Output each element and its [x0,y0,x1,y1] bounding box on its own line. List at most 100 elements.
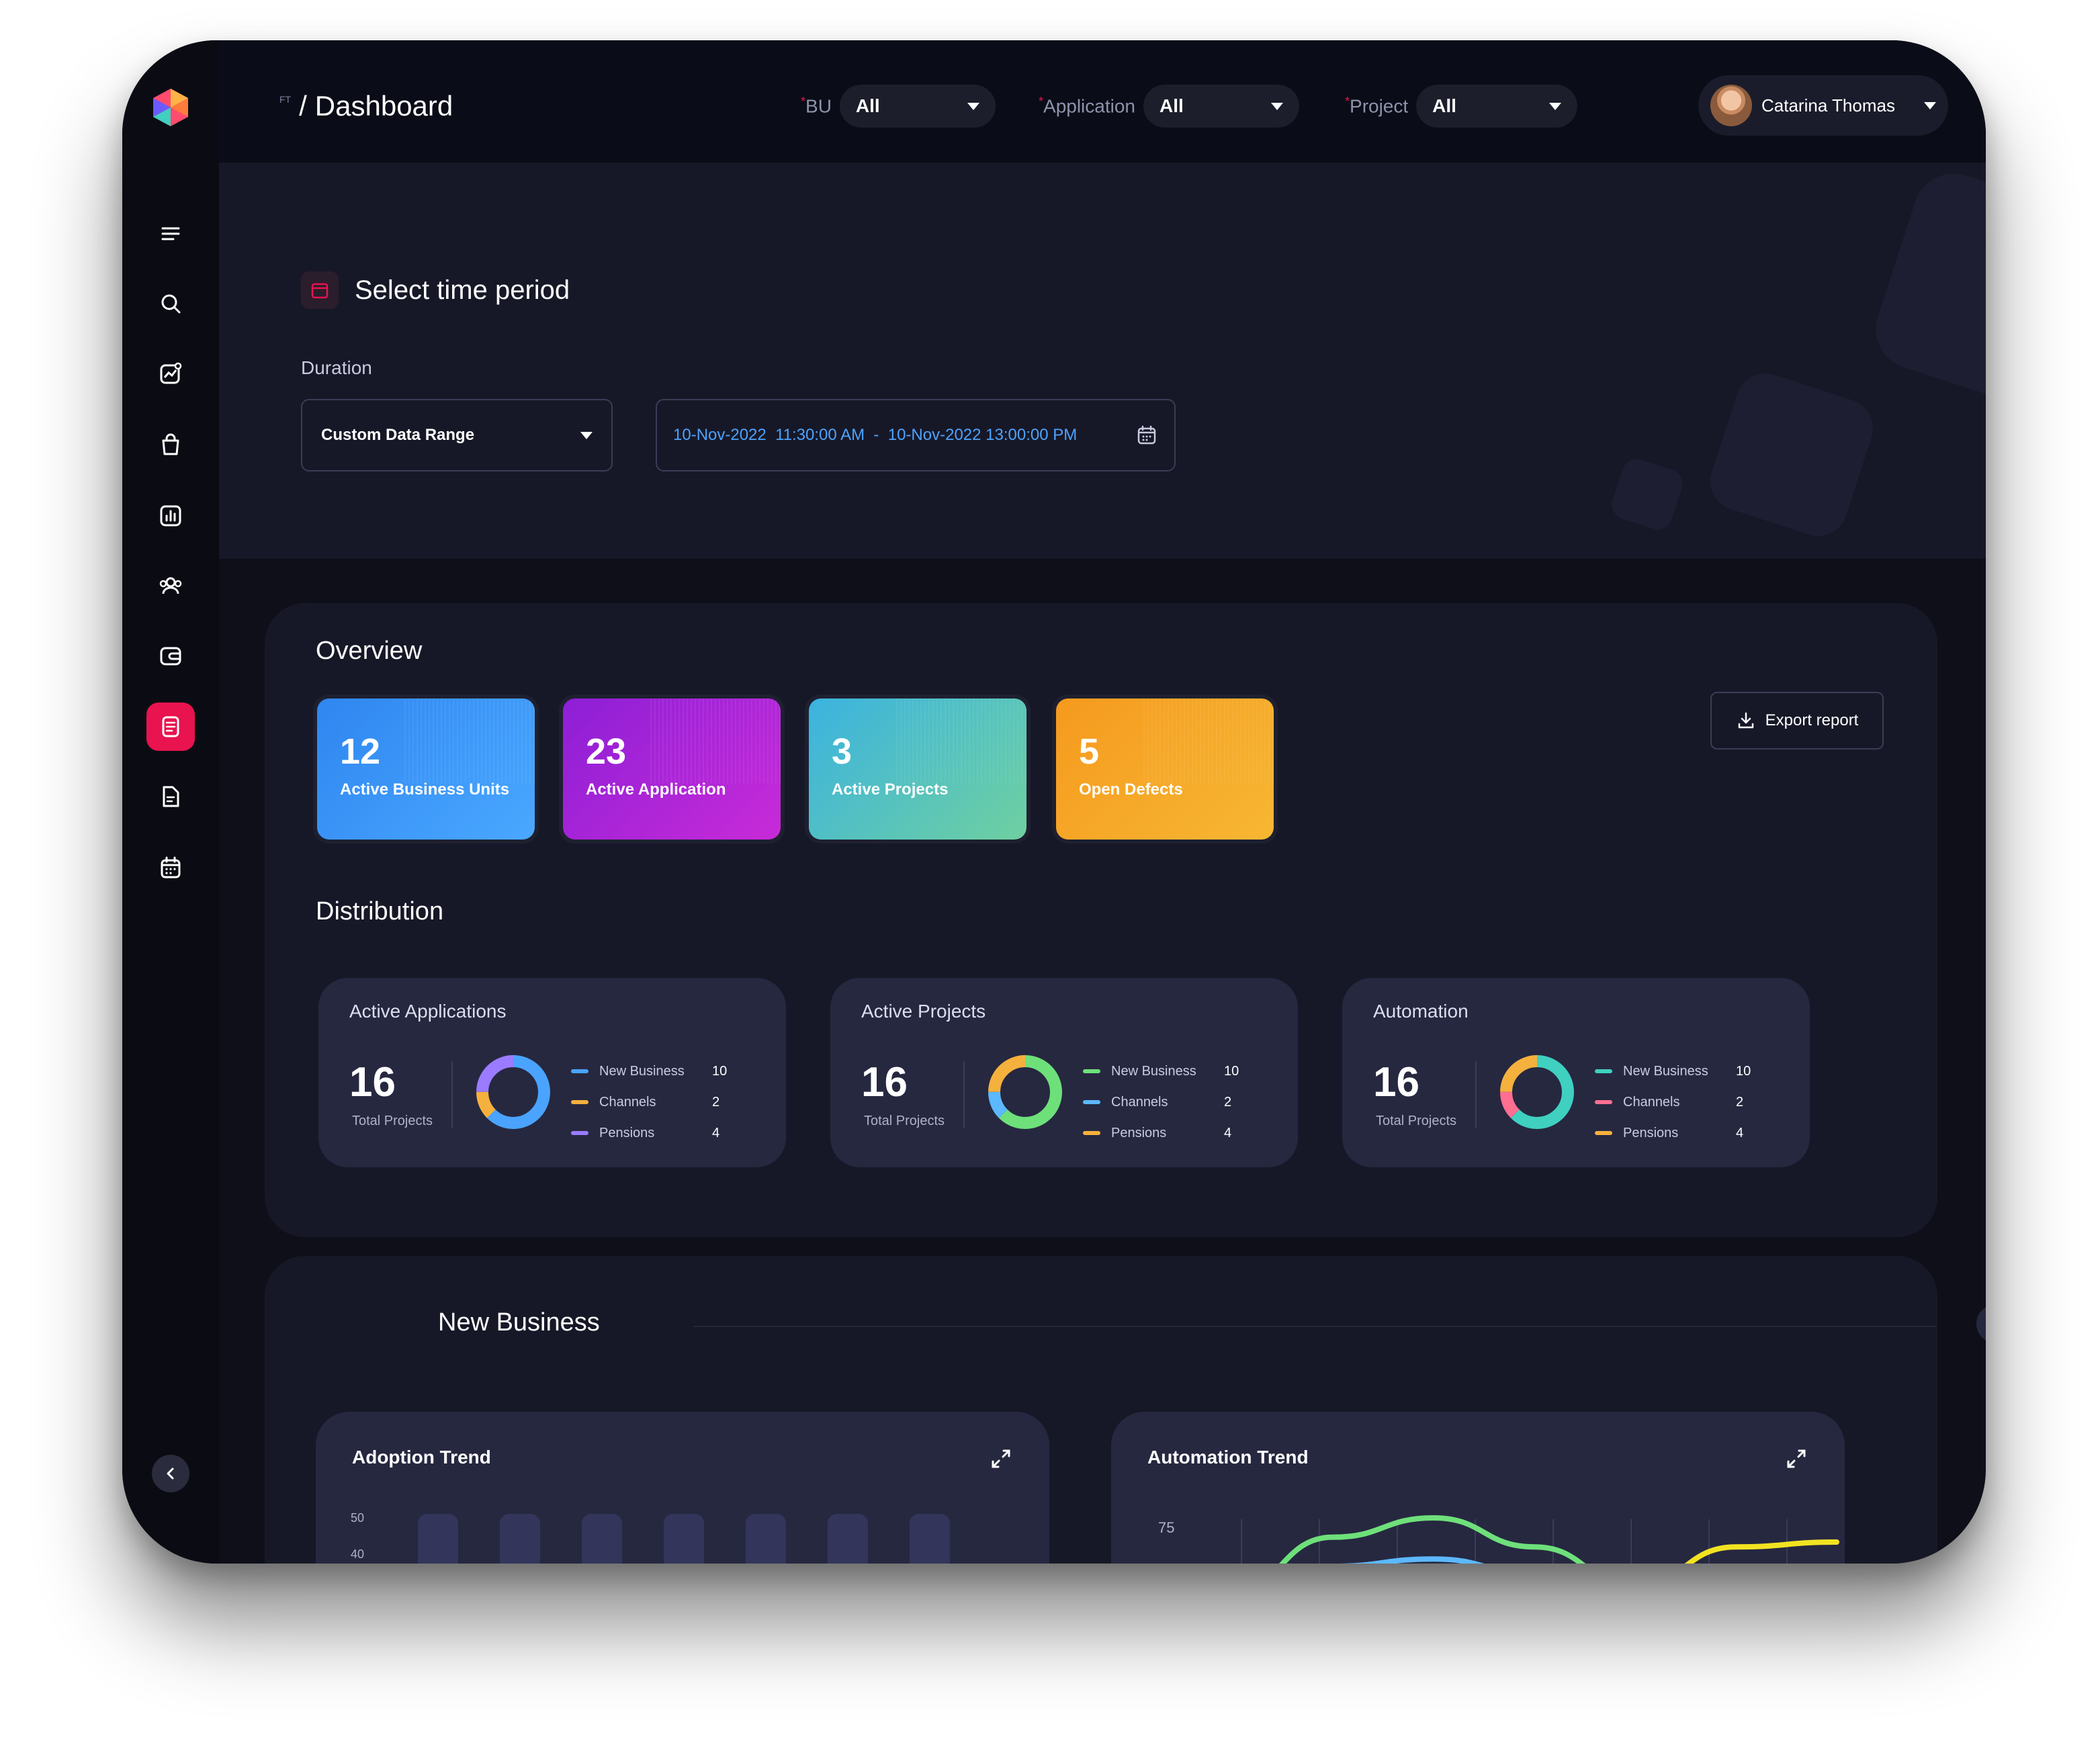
collapse-sidebar-button[interactable] [152,1455,189,1492]
legend-swatch [1083,1131,1100,1135]
legend-name: Pensions [1623,1125,1679,1140]
breadcrumb-home[interactable]: FT [279,94,291,105]
legend-value: 4 [712,1125,720,1140]
date-range-field[interactable]: 10-Nov-2022 11:30:00 AM - 10-Nov-2022 13… [656,399,1176,471]
legend-item: New Business 10 [571,1056,732,1087]
application-select[interactable]: All [1143,85,1299,128]
legend-name: Channels [1623,1094,1680,1110]
legend-value: 2 [1736,1094,1744,1110]
bar-track [746,1514,786,1564]
legend-swatch [571,1131,588,1135]
user-menu[interactable]: Catarina Thomas [1698,75,1948,136]
legend-swatch [1595,1100,1612,1104]
wallet-icon[interactable] [146,631,195,680]
users-icon[interactable] [146,561,195,610]
brand-logo-icon[interactable] [149,86,192,129]
legend-swatch [571,1069,588,1073]
legend-value: 2 [1224,1094,1232,1110]
bu-select-value: All [855,95,880,116]
file-icon[interactable] [146,772,195,821]
chevron-left-icon [167,1468,174,1480]
document-icon[interactable] [146,703,195,751]
legend-item: Pensions 4 [1083,1118,1244,1148]
bar-track [828,1514,868,1564]
card-label: Open Defects [1079,780,1183,799]
donut-chart [476,1055,550,1129]
active-projects-card[interactable]: 3 Active Projects [809,698,1026,840]
donut-legend: New Business 10 Channels 2 Pensions 4 [1595,1056,1756,1148]
automation-trend-card: Automation Trend 75 50 [1111,1412,1845,1564]
user-name: Catarina Thomas [1761,95,1895,116]
bag-icon[interactable] [146,420,195,469]
dist-card-total-label: Total Projects [864,1114,945,1128]
adoption-trend-card: Adoption Trend 50 40 30 [316,1412,1049,1564]
legend-item: Channels 2 [571,1087,732,1118]
legend-name: New Business [1111,1063,1196,1079]
breadcrumb: FT / Dashboard [279,90,453,122]
card-value: 3 [832,731,852,772]
date-range-value: 10-Nov-2022 11:30:00 AM - 10-Nov-2022 13… [673,426,1078,444]
bar-track [910,1514,950,1564]
legend-name: Pensions [1111,1125,1167,1140]
caret-down-icon [967,102,979,110]
legend-swatch [571,1100,588,1104]
export-report-button[interactable]: Export report [1710,692,1884,750]
donut-legend: New Business 10 Channels 2 Pensions 4 [1083,1056,1244,1148]
app-window: FT / Dashboard *BU All *Application All … [122,40,1986,1564]
calendar-icon[interactable] [1135,424,1158,447]
bar-report-icon[interactable] [146,492,195,540]
legend-item: New Business 10 [1083,1056,1244,1087]
project-select[interactable]: All [1416,85,1578,128]
calendar-icon[interactable] [146,844,195,892]
adoption-bar-chart [418,1514,950,1564]
dist-card-total: 16 [1373,1059,1419,1105]
active-application-card[interactable]: 23 Active Application [563,698,781,840]
dist-card-total: 16 [349,1059,396,1105]
duration-select-value: Custom Data Range [321,426,475,444]
bu-filter: *BU All [801,85,996,128]
period-heading: Select time period [301,271,570,309]
open-defects-card[interactable]: 5 Open Defects [1056,698,1274,840]
divider [963,1061,965,1128]
dist-card-total-label: Total Projects [1376,1114,1457,1128]
legend-item: Channels 2 [1595,1087,1756,1118]
card-value: 12 [340,731,381,772]
legend-name: New Business [1623,1063,1708,1079]
breadcrumb-separator: / [299,90,307,122]
application-filter: *Application All [1039,85,1299,128]
active-applications-card[interactable]: Active Applications 16 Total Projects Ne… [318,978,786,1167]
donut-legend: New Business 10 Channels 2 Pensions 4 [571,1056,732,1148]
decor-shape [1608,455,1686,533]
legend-value: 2 [712,1094,720,1110]
bar-track [664,1514,704,1564]
legend-name: Pensions [599,1125,655,1140]
series-line [1332,1556,1485,1564]
dist-card-title: Automation [1373,1001,1469,1022]
automation-line-chart [1241,1515,1839,1564]
bu-filter-label: *BU [801,95,832,117]
legend-value: 4 [1224,1125,1232,1140]
top-bar: FT / Dashboard *BU All *Application All … [219,40,1986,163]
active-projects-dist-card[interactable]: Active Projects 16 Total Projects New Bu… [830,978,1298,1167]
caret-down-icon [580,431,593,439]
duration-select[interactable]: Custom Data Range [301,399,613,471]
bu-select[interactable]: All [839,85,996,128]
automation-dist-card[interactable]: Automation 16 Total Projects New Busines… [1342,978,1810,1167]
menu-icon[interactable] [146,210,195,258]
chart-icon[interactable] [146,349,195,398]
time-period-panel: Select time period Duration Custom Data … [219,163,1986,559]
search-icon[interactable] [146,279,195,328]
bar-track [418,1514,458,1564]
legend-item: Channels 2 [1083,1087,1244,1118]
application-filter-label: *Application [1039,95,1135,117]
legend-swatch [1083,1100,1100,1104]
legend-value: 10 [1736,1063,1751,1079]
avatar [1710,85,1752,126]
divider [451,1061,453,1128]
dist-card-total: 16 [861,1059,908,1105]
new-business-title: New Business [438,1308,600,1337]
legend-item: New Business 10 [1595,1056,1756,1087]
collapse-section-button[interactable] [1976,1304,1986,1343]
active-business-units-card[interactable]: 12 Active Business Units [317,698,535,840]
card-label: Active Business Units [340,780,510,799]
